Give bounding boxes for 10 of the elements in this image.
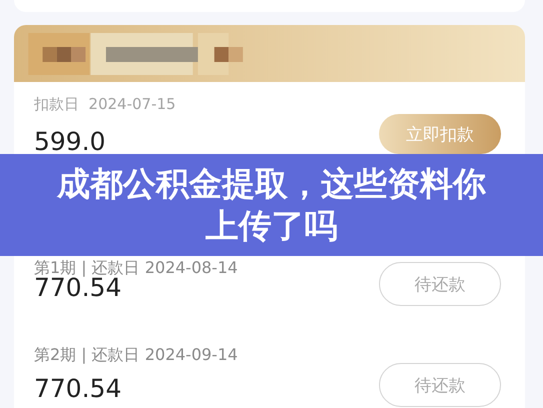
amount-text: 770.54 — [34, 274, 122, 300]
banner-title: 成都公积金提取，这些资料你上传了吗 — [56, 163, 487, 247]
repayment-status-button[interactable]: 待还款 — [379, 363, 501, 407]
amount-text: 770.54 — [34, 376, 122, 400]
amount-text: 599.0 — [34, 129, 106, 154]
deduct-now-button[interactable]: 立即扣款 — [379, 114, 501, 154]
installment-label: 第2期 | 还款日 2024-09-14 — [34, 345, 239, 365]
installment-label: 第1期 | 还款日 2024-08-14 — [34, 258, 239, 278]
deduction-date-label: 扣款日 2024-07-15 — [34, 94, 177, 114]
repayment-status-button[interactable]: 待还款 — [379, 262, 501, 306]
